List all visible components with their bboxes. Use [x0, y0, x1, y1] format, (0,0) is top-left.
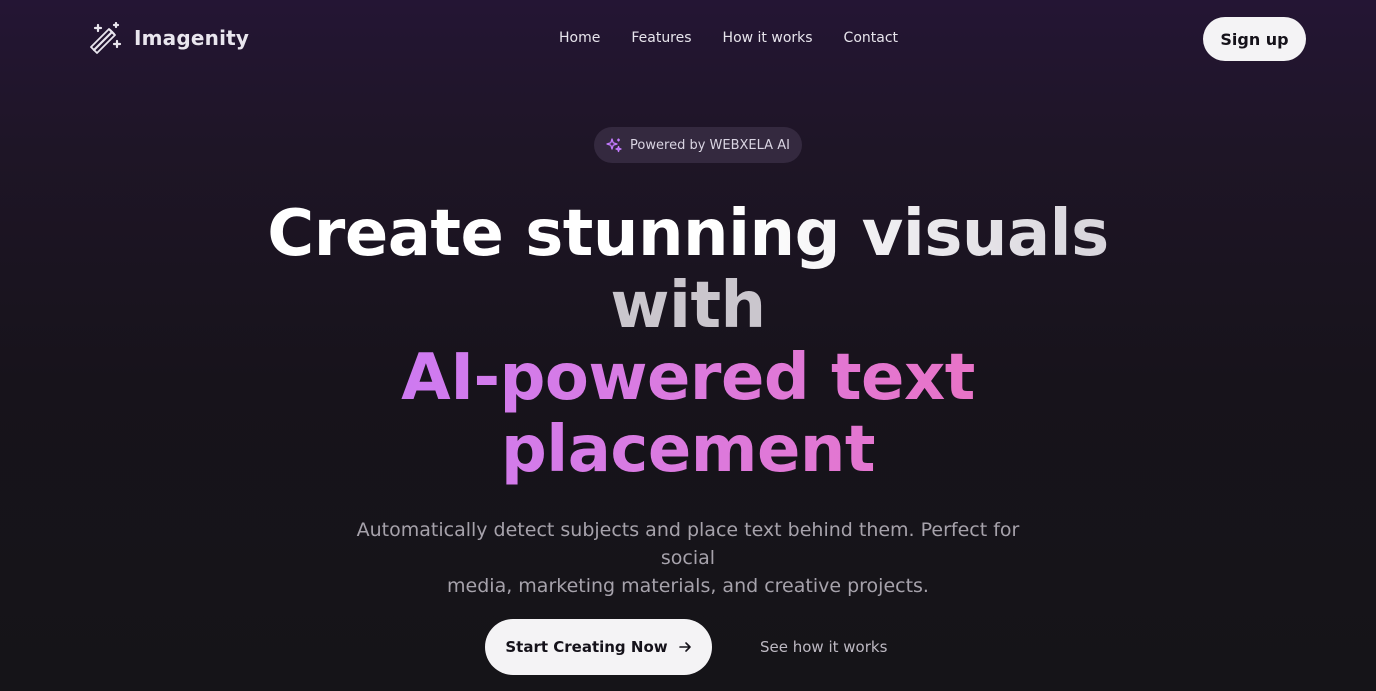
- brand-name: Imagenity: [134, 26, 250, 50]
- start-creating-button[interactable]: Start Creating Now: [485, 619, 712, 675]
- see-how-it-works-link[interactable]: See how it works: [760, 638, 887, 656]
- powered-by-badge: Powered by WEBXELA AI: [594, 127, 802, 163]
- nav-link-features[interactable]: Features: [631, 30, 691, 46]
- hero-headline: Create stunning visuals with AI-powered …: [188, 198, 1188, 486]
- nav-link-how-it-works[interactable]: How it works: [723, 30, 813, 46]
- subtext-line-1: Automatically detect subjects and place …: [356, 519, 1020, 569]
- nav-link-home[interactable]: Home: [559, 30, 600, 46]
- subtext-line-2: media, marketing materials, and creative…: [447, 575, 929, 597]
- headline-line-3: AI-powered text: [188, 342, 1188, 414]
- headline-line-2: with: [610, 269, 766, 343]
- navbar: Imagenity Home Features How it works Con…: [0, 0, 1376, 80]
- brand-logo[interactable]: Imagenity: [90, 22, 249, 54]
- magic-wand-icon: [90, 22, 122, 54]
- nav-link-contact[interactable]: Contact: [844, 30, 898, 46]
- hero-subtext: Automatically detect subjects and place …: [338, 516, 1038, 600]
- sparkles-icon: [606, 138, 622, 153]
- badge-text: Powered by WEBXELA AI: [630, 137, 790, 153]
- signup-button[interactable]: Sign up: [1203, 17, 1306, 61]
- headline-line-4: placement: [188, 414, 1188, 486]
- start-creating-label: Start Creating Now: [505, 638, 668, 656]
- headline-line-1: Create stunning visuals: [188, 198, 1188, 270]
- main-nav: Home Features How it works Contact: [559, 30, 929, 46]
- arrow-right-icon: [678, 642, 691, 652]
